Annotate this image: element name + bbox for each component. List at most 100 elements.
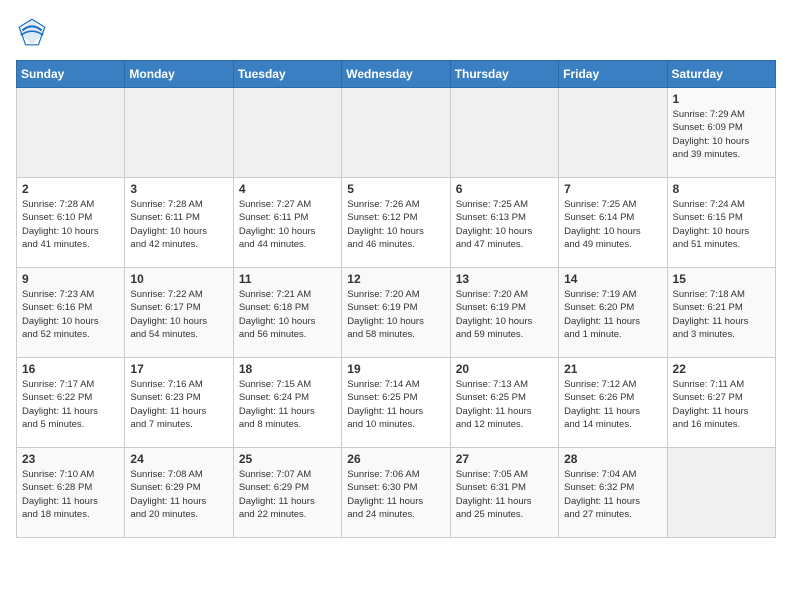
cell-content: Sunrise: 7:22 AM Sunset: 6:17 PM Dayligh… bbox=[130, 288, 227, 341]
cell-content: Sunrise: 7:26 AM Sunset: 6:12 PM Dayligh… bbox=[347, 198, 444, 251]
day-number: 19 bbox=[347, 362, 444, 376]
calendar-cell bbox=[17, 88, 125, 178]
calendar-cell bbox=[559, 88, 667, 178]
weekday-header: Friday bbox=[559, 61, 667, 88]
calendar-cell: 25 Sunrise: 7:07 AM Sunset: 6:29 PM Dayli… bbox=[233, 448, 341, 538]
weekday-header: Saturday bbox=[667, 61, 775, 88]
day-number: 2 bbox=[22, 182, 119, 196]
day-number: 22 bbox=[673, 362, 770, 376]
calendar-week-row: 16 Sunrise: 7:17 AM Sunset: 6:22 PM Dayli… bbox=[17, 358, 776, 448]
day-number: 13 bbox=[456, 272, 553, 286]
day-number: 26 bbox=[347, 452, 444, 466]
day-number: 3 bbox=[130, 182, 227, 196]
day-number: 14 bbox=[564, 272, 661, 286]
cell-content: Sunrise: 7:12 AM Sunset: 6:26 PM Dayligh… bbox=[564, 378, 661, 431]
calendar-cell: 7Sunrise: 7:25 AM Sunset: 6:14 PM Daylig… bbox=[559, 178, 667, 268]
calendar-cell: 23 Sunrise: 7:10 AM Sunset: 6:28 PM Dayli… bbox=[17, 448, 125, 538]
calendar-cell: 13Sunrise: 7:20 AM Sunset: 6:19 PM Dayli… bbox=[450, 268, 558, 358]
weekday-header: Monday bbox=[125, 61, 233, 88]
day-number: 11 bbox=[239, 272, 336, 286]
cell-content: Sunrise: 7:20 AM Sunset: 6:19 PM Dayligh… bbox=[347, 288, 444, 341]
cell-content: Sunrise: 7:13 AM Sunset: 6:25 PM Dayligh… bbox=[456, 378, 553, 431]
calendar-week-row: 1 Sunrise: 7:29 AM Sunset: 6:09 PM Daylig… bbox=[17, 88, 776, 178]
cell-content: Sunrise: 7:16 AM Sunset: 6:23 PM Dayligh… bbox=[130, 378, 227, 431]
calendar-cell: 19 Sunrise: 7:14 AM Sunset: 6:25 PM Dayli… bbox=[342, 358, 450, 448]
day-number: 8 bbox=[673, 182, 770, 196]
cell-content: Sunrise: 7:08 AM Sunset: 6:29 PM Dayligh… bbox=[130, 468, 227, 521]
day-number: 16 bbox=[22, 362, 119, 376]
cell-content: Sunrise: 7:25 AM Sunset: 6:14 PM Dayligh… bbox=[564, 198, 661, 251]
calendar-cell: 9 Sunrise: 7:23 AM Sunset: 6:16 PM Daylig… bbox=[17, 268, 125, 358]
cell-content: Sunrise: 7:28 AM Sunset: 6:11 PM Dayligh… bbox=[130, 198, 227, 251]
calendar-cell: 2 Sunrise: 7:28 AM Sunset: 6:10 PM Daylig… bbox=[17, 178, 125, 268]
cell-content: Sunrise: 7:18 AM Sunset: 6:21 PM Dayligh… bbox=[673, 288, 770, 341]
calendar-cell bbox=[667, 448, 775, 538]
day-number: 27 bbox=[456, 452, 553, 466]
calendar-cell: 3 Sunrise: 7:28 AM Sunset: 6:11 PM Daylig… bbox=[125, 178, 233, 268]
cell-content: Sunrise: 7:23 AM Sunset: 6:16 PM Dayligh… bbox=[22, 288, 119, 341]
calendar-cell: 28 Sunrise: 7:04 AM Sunset: 6:32 PM Dayli… bbox=[559, 448, 667, 538]
day-number: 25 bbox=[239, 452, 336, 466]
day-number: 28 bbox=[564, 452, 661, 466]
cell-content: Sunrise: 7:27 AM Sunset: 6:11 PM Dayligh… bbox=[239, 198, 336, 251]
weekday-header: Tuesday bbox=[233, 61, 341, 88]
calendar-cell bbox=[450, 88, 558, 178]
calendar-cell: 16 Sunrise: 7:17 AM Sunset: 6:22 PM Dayli… bbox=[17, 358, 125, 448]
day-number: 1 bbox=[673, 92, 770, 106]
day-number: 24 bbox=[130, 452, 227, 466]
cell-content: Sunrise: 7:29 AM Sunset: 6:09 PM Dayligh… bbox=[673, 108, 770, 161]
cell-content: Sunrise: 7:19 AM Sunset: 6:20 PM Dayligh… bbox=[564, 288, 661, 341]
cell-content: Sunrise: 7:06 AM Sunset: 6:30 PM Dayligh… bbox=[347, 468, 444, 521]
day-number: 15 bbox=[673, 272, 770, 286]
cell-content: Sunrise: 7:04 AM Sunset: 6:32 PM Dayligh… bbox=[564, 468, 661, 521]
cell-content: Sunrise: 7:11 AM Sunset: 6:27 PM Dayligh… bbox=[673, 378, 770, 431]
calendar-cell: 20 Sunrise: 7:13 AM Sunset: 6:25 PM Dayli… bbox=[450, 358, 558, 448]
weekday-header-row: SundayMondayTuesdayWednesdayThursdayFrid… bbox=[17, 61, 776, 88]
day-number: 4 bbox=[239, 182, 336, 196]
calendar-cell bbox=[125, 88, 233, 178]
calendar-cell: 26 Sunrise: 7:06 AM Sunset: 6:30 PM Dayli… bbox=[342, 448, 450, 538]
day-number: 20 bbox=[456, 362, 553, 376]
calendar-cell: 21 Sunrise: 7:12 AM Sunset: 6:26 PM Dayli… bbox=[559, 358, 667, 448]
calendar-cell: 10 Sunrise: 7:22 AM Sunset: 6:17 PM Dayli… bbox=[125, 268, 233, 358]
day-number: 9 bbox=[22, 272, 119, 286]
weekday-header: Sunday bbox=[17, 61, 125, 88]
logo-icon bbox=[16, 16, 48, 48]
logo bbox=[16, 16, 52, 48]
cell-content: Sunrise: 7:10 AM Sunset: 6:28 PM Dayligh… bbox=[22, 468, 119, 521]
calendar-cell: 6Sunrise: 7:25 AM Sunset: 6:13 PM Daylig… bbox=[450, 178, 558, 268]
calendar-cell bbox=[342, 88, 450, 178]
page-header bbox=[16, 16, 776, 48]
day-number: 17 bbox=[130, 362, 227, 376]
day-number: 12 bbox=[347, 272, 444, 286]
cell-content: Sunrise: 7:25 AM Sunset: 6:13 PM Dayligh… bbox=[456, 198, 553, 251]
cell-content: Sunrise: 7:21 AM Sunset: 6:18 PM Dayligh… bbox=[239, 288, 336, 341]
calendar-cell: 8Sunrise: 7:24 AM Sunset: 6:15 PM Daylig… bbox=[667, 178, 775, 268]
weekday-header: Wednesday bbox=[342, 61, 450, 88]
calendar-table: SundayMondayTuesdayWednesdayThursdayFrid… bbox=[16, 60, 776, 538]
calendar-cell: 22 Sunrise: 7:11 AM Sunset: 6:27 PM Dayli… bbox=[667, 358, 775, 448]
calendar-week-row: 23 Sunrise: 7:10 AM Sunset: 6:28 PM Dayli… bbox=[17, 448, 776, 538]
day-number: 18 bbox=[239, 362, 336, 376]
day-number: 21 bbox=[564, 362, 661, 376]
day-number: 5 bbox=[347, 182, 444, 196]
calendar-cell: 4 Sunrise: 7:27 AM Sunset: 6:11 PM Daylig… bbox=[233, 178, 341, 268]
cell-content: Sunrise: 7:14 AM Sunset: 6:25 PM Dayligh… bbox=[347, 378, 444, 431]
day-number: 23 bbox=[22, 452, 119, 466]
cell-content: Sunrise: 7:07 AM Sunset: 6:29 PM Dayligh… bbox=[239, 468, 336, 521]
cell-content: Sunrise: 7:28 AM Sunset: 6:10 PM Dayligh… bbox=[22, 198, 119, 251]
calendar-cell: 15 Sunrise: 7:18 AM Sunset: 6:21 PM Dayli… bbox=[667, 268, 775, 358]
calendar-cell: 17 Sunrise: 7:16 AM Sunset: 6:23 PM Dayli… bbox=[125, 358, 233, 448]
calendar-cell: 14 Sunrise: 7:19 AM Sunset: 6:20 PM Dayli… bbox=[559, 268, 667, 358]
calendar-cell: 12 Sunrise: 7:20 AM Sunset: 6:19 PM Dayli… bbox=[342, 268, 450, 358]
calendar-week-row: 2 Sunrise: 7:28 AM Sunset: 6:10 PM Daylig… bbox=[17, 178, 776, 268]
calendar-week-row: 9 Sunrise: 7:23 AM Sunset: 6:16 PM Daylig… bbox=[17, 268, 776, 358]
calendar-cell bbox=[233, 88, 341, 178]
cell-content: Sunrise: 7:17 AM Sunset: 6:22 PM Dayligh… bbox=[22, 378, 119, 431]
calendar-cell: 24 Sunrise: 7:08 AM Sunset: 6:29 PM Dayli… bbox=[125, 448, 233, 538]
cell-content: Sunrise: 7:15 AM Sunset: 6:24 PM Dayligh… bbox=[239, 378, 336, 431]
day-number: 10 bbox=[130, 272, 227, 286]
calendar-cell: 27Sunrise: 7:05 AM Sunset: 6:31 PM Dayli… bbox=[450, 448, 558, 538]
calendar-cell: 18 Sunrise: 7:15 AM Sunset: 6:24 PM Dayli… bbox=[233, 358, 341, 448]
calendar-cell: 1 Sunrise: 7:29 AM Sunset: 6:09 PM Daylig… bbox=[667, 88, 775, 178]
